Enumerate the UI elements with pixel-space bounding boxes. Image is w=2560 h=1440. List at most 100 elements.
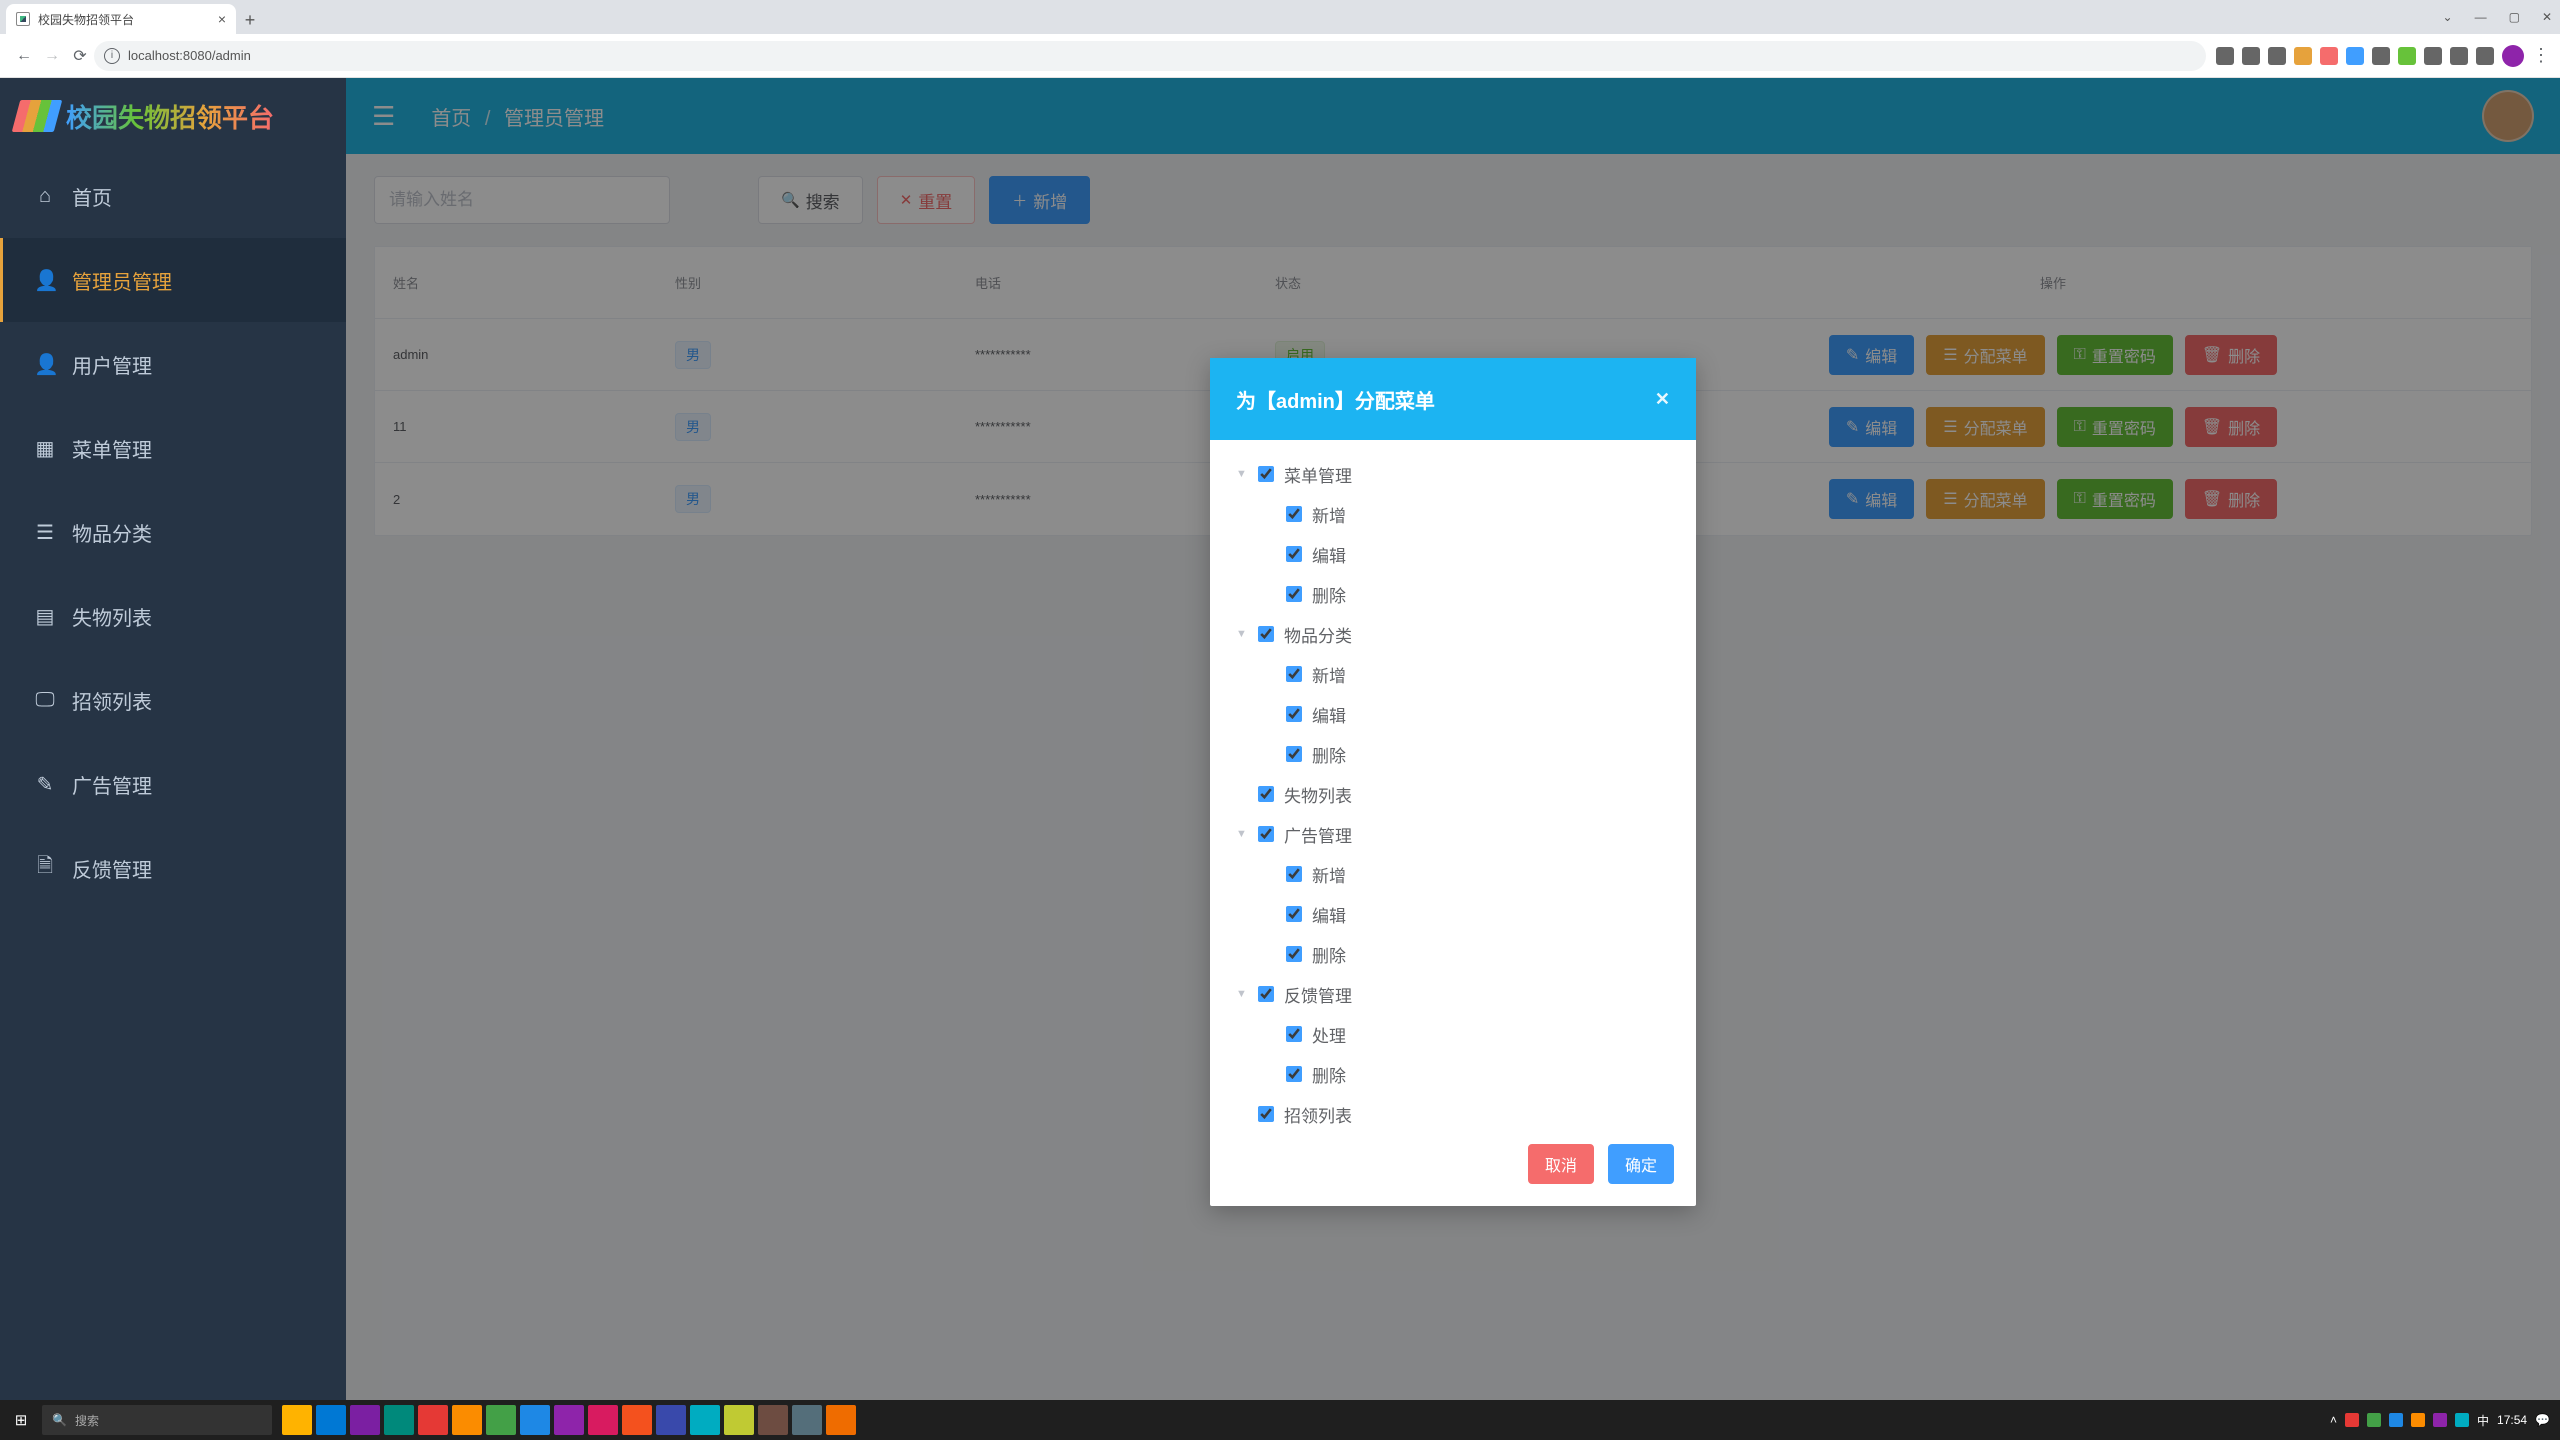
close-window-icon[interactable]: ✕ [2538, 6, 2556, 28]
pin-icon[interactable] [656, 1405, 686, 1435]
tree-checkbox[interactable] [1286, 506, 1302, 522]
ext-icon[interactable] [2372, 47, 2390, 65]
tree-node[interactable]: 物品分类 [1232, 614, 1688, 654]
taskbar-search[interactable]: 🔍 搜索 [42, 1405, 272, 1435]
tree-checkbox[interactable] [1286, 1066, 1302, 1082]
sidebar-item-user-gear[interactable]: 👤管理员管理 [0, 238, 346, 322]
ext-icon[interactable] [2424, 47, 2442, 65]
cancel-button[interactable]: 取消 [1528, 1144, 1594, 1184]
menu-icon[interactable]: ⋮ [2532, 45, 2550, 66]
ext-icon[interactable] [2450, 47, 2468, 65]
tree-node-child[interactable]: 处理 [1232, 1014, 1688, 1054]
tree-node-child[interactable]: 新增 [1232, 494, 1688, 534]
ime-indicator[interactable]: 中 [2477, 1412, 2489, 1429]
omnibox[interactable]: i localhost:8080/admin [94, 41, 2206, 71]
dialog-close-icon[interactable]: ✕ [1655, 389, 1670, 410]
minimize-icon[interactable]: — [2471, 6, 2491, 28]
tree-node-child[interactable]: 新增 [1232, 654, 1688, 694]
sidebar-item-edit[interactable]: ✎广告管理 [0, 742, 346, 826]
tree-node-child[interactable]: 删除 [1232, 734, 1688, 774]
pin-icon[interactable] [690, 1405, 720, 1435]
clock[interactable]: 17:54 [2497, 1413, 2527, 1427]
tree-node[interactable]: 招领列表 [1232, 1094, 1688, 1130]
pin-icon[interactable] [350, 1405, 380, 1435]
pin-icon[interactable] [452, 1405, 482, 1435]
pin-icon[interactable] [826, 1405, 856, 1435]
tray-icon[interactable] [2389, 1413, 2403, 1427]
pin-icon[interactable] [316, 1405, 346, 1435]
ext-icon[interactable] [2398, 47, 2416, 65]
pin-icon[interactable] [418, 1405, 448, 1435]
sidebar-item-user[interactable]: 👤用户管理 [0, 322, 346, 406]
tree-checkbox[interactable] [1286, 746, 1302, 762]
tree-node-child[interactable]: 删除 [1232, 934, 1688, 974]
caret-icon[interactable] [1236, 828, 1254, 840]
tree-checkbox[interactable] [1258, 466, 1274, 482]
ext-icon[interactable] [2216, 47, 2234, 65]
tree-checkbox[interactable] [1258, 626, 1274, 642]
tree-checkbox[interactable] [1286, 706, 1302, 722]
tray-icon[interactable] [2411, 1413, 2425, 1427]
browser-tab[interactable]: 校园失物招领平台 × [6, 4, 236, 34]
puzzle-icon[interactable] [2476, 47, 2494, 65]
tree-node-child[interactable]: 新增 [1232, 854, 1688, 894]
pin-icon[interactable] [384, 1405, 414, 1435]
sidebar-item-home[interactable]: ⌂首页 [0, 154, 346, 238]
tree-node[interactable]: 菜单管理 [1232, 454, 1688, 494]
sidebar-item-grid[interactable]: ▦菜单管理 [0, 406, 346, 490]
tree-node-child[interactable]: 编辑 [1232, 694, 1688, 734]
tree-node-child[interactable]: 删除 [1232, 1054, 1688, 1094]
forward-button[interactable]: → [38, 47, 66, 65]
tray-icon[interactable] [2455, 1413, 2469, 1427]
tree-node-child[interactable]: 编辑 [1232, 894, 1688, 934]
caret-icon[interactable] [1236, 468, 1254, 480]
tray-icon[interactable] [2367, 1413, 2381, 1427]
sidebar-item-file[interactable]: 🗎反馈管理 [0, 826, 346, 910]
confirm-button[interactable]: 确定 [1608, 1144, 1674, 1184]
caret-down-icon[interactable]: ⌄ [2439, 6, 2457, 28]
pin-icon[interactable] [622, 1405, 652, 1435]
tray-icon[interactable] [2433, 1413, 2447, 1427]
tree-node[interactable]: 失物列表 [1232, 774, 1688, 814]
caret-icon[interactable] [1236, 988, 1254, 1000]
tree-checkbox[interactable] [1286, 546, 1302, 562]
tray-icon[interactable] [2345, 1413, 2359, 1427]
tree-node-child[interactable]: 编辑 [1232, 534, 1688, 574]
pin-icon[interactable] [554, 1405, 584, 1435]
tree-node-child[interactable]: 删除 [1232, 574, 1688, 614]
tree-checkbox[interactable] [1258, 986, 1274, 1002]
tree-checkbox[interactable] [1286, 866, 1302, 882]
site-info-icon[interactable]: i [104, 48, 120, 64]
tree-checkbox[interactable] [1258, 786, 1274, 802]
pin-icon[interactable] [758, 1405, 788, 1435]
maximize-icon[interactable]: ▢ [2505, 6, 2524, 28]
start-button[interactable]: ⊞ [0, 1411, 42, 1429]
ext-icon[interactable] [2320, 47, 2338, 65]
tree-checkbox[interactable] [1286, 586, 1302, 602]
sidebar-item-doc[interactable]: ▤失物列表 [0, 574, 346, 658]
tree-node[interactable]: 广告管理 [1232, 814, 1688, 854]
ext-icon[interactable] [2294, 47, 2312, 65]
ext-icon[interactable] [2346, 47, 2364, 65]
tree-node[interactable]: 反馈管理 [1232, 974, 1688, 1014]
caret-icon[interactable] [1236, 628, 1254, 640]
tree-checkbox[interactable] [1286, 946, 1302, 962]
back-button[interactable]: ← [10, 47, 38, 65]
sidebar-item-screen[interactable]: 🖵招领列表 [0, 658, 346, 742]
ext-icon[interactable] [2268, 47, 2286, 65]
tray-chevron-icon[interactable]: ˄ [2330, 1413, 2337, 1427]
reload-button[interactable]: ⟳ [66, 46, 94, 66]
notifications-icon[interactable]: 💬 [2535, 1413, 2550, 1427]
new-tab-button[interactable]: + [236, 6, 264, 34]
pin-icon[interactable] [724, 1405, 754, 1435]
pin-icon[interactable] [282, 1405, 312, 1435]
pin-icon[interactable] [588, 1405, 618, 1435]
tree-checkbox[interactable] [1258, 826, 1274, 842]
pin-icon[interactable] [520, 1405, 550, 1435]
pin-icon[interactable] [486, 1405, 516, 1435]
tree-checkbox[interactable] [1258, 1106, 1274, 1122]
profile-avatar[interactable] [2502, 45, 2524, 67]
tree-checkbox[interactable] [1286, 906, 1302, 922]
pin-icon[interactable] [792, 1405, 822, 1435]
tab-close-icon[interactable]: × [218, 11, 226, 27]
